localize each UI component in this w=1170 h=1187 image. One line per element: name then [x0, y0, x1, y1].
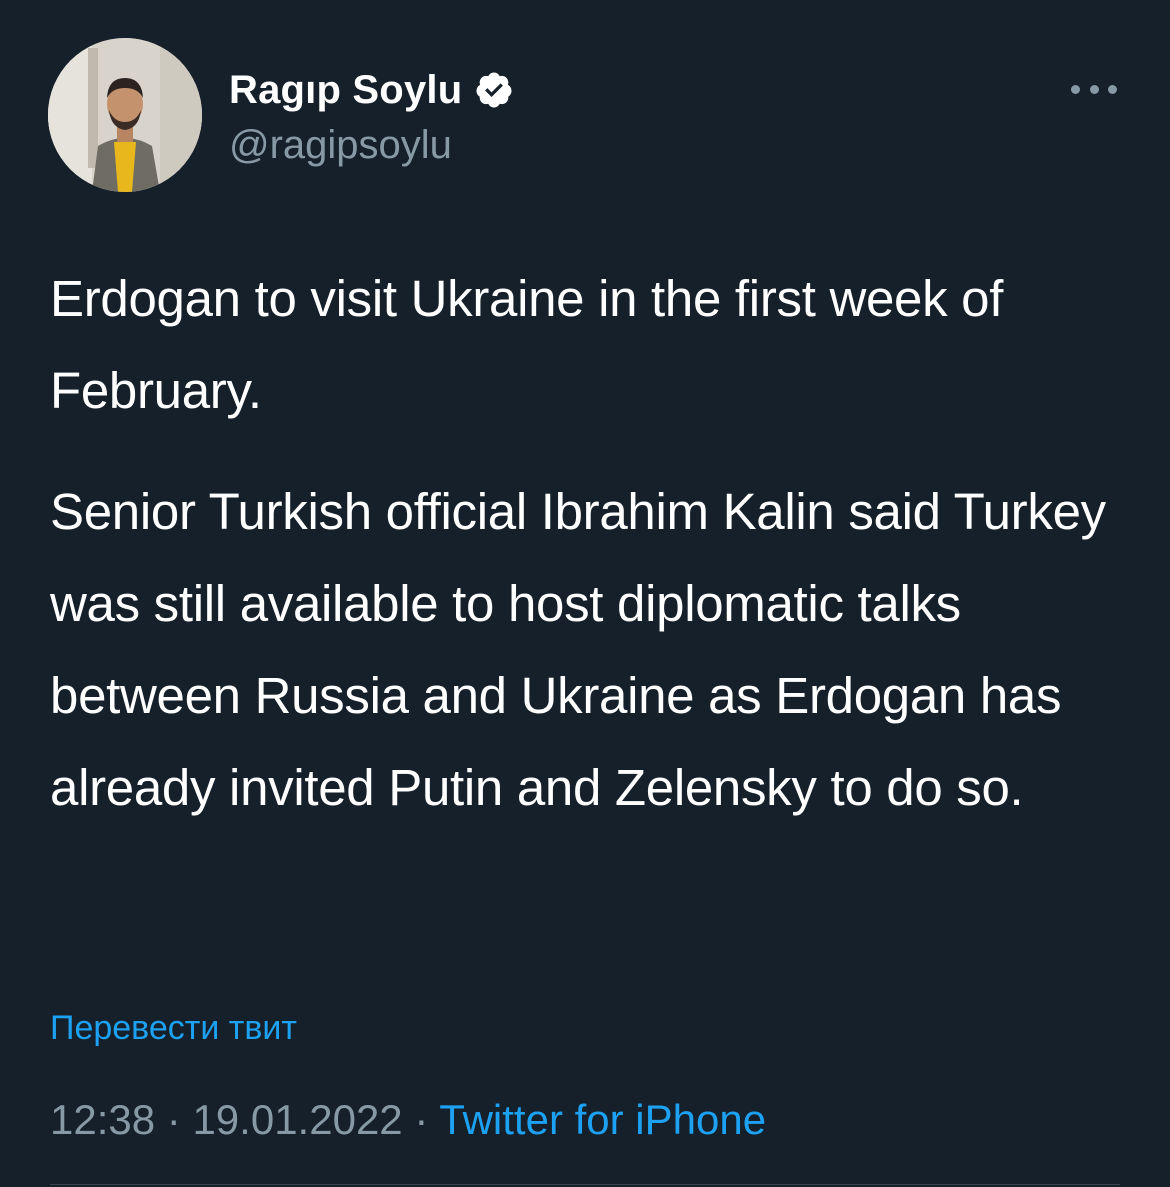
author-display-name[interactable]: Ragıp Soylu — [229, 64, 462, 116]
more-dot — [1108, 84, 1117, 94]
divider — [50, 1184, 1120, 1185]
tweet-source-link[interactable]: Twitter for iPhone — [439, 1096, 766, 1143]
meta-separator: · — [414, 1096, 429, 1143]
author-handle[interactable]: @ragipsoylu — [229, 120, 452, 170]
verified-badge-icon — [474, 70, 514, 110]
translate-tweet-link[interactable]: Перевести твит — [50, 1003, 297, 1053]
more-horizontal-icon[interactable] — [1071, 74, 1117, 104]
avatar[interactable] — [48, 38, 202, 192]
author-name-row[interactable]: Ragıp Soylu — [229, 64, 514, 116]
more-dot — [1089, 84, 1099, 94]
more-dot — [1071, 84, 1080, 94]
tweet-time[interactable]: 12:38 — [50, 1096, 155, 1143]
tweet-metadata: 12:38 · 19.01.2022 · Twitter for iPhone — [50, 1092, 766, 1148]
meta-separator: · — [166, 1096, 181, 1143]
tweet-text-paragraph: Senior Turkish official Ibrahim Kalin sa… — [50, 483, 1106, 816]
tweet-date[interactable]: 19.01.2022 — [192, 1096, 402, 1143]
tweet-text-paragraph: Erdogan to visit Ukraine in the first we… — [50, 270, 1004, 419]
profile-photo-icon — [48, 38, 202, 192]
tweet-detail: Ragıp Soylu @ragipsoylu Erdogan to visit… — [0, 0, 1170, 1187]
